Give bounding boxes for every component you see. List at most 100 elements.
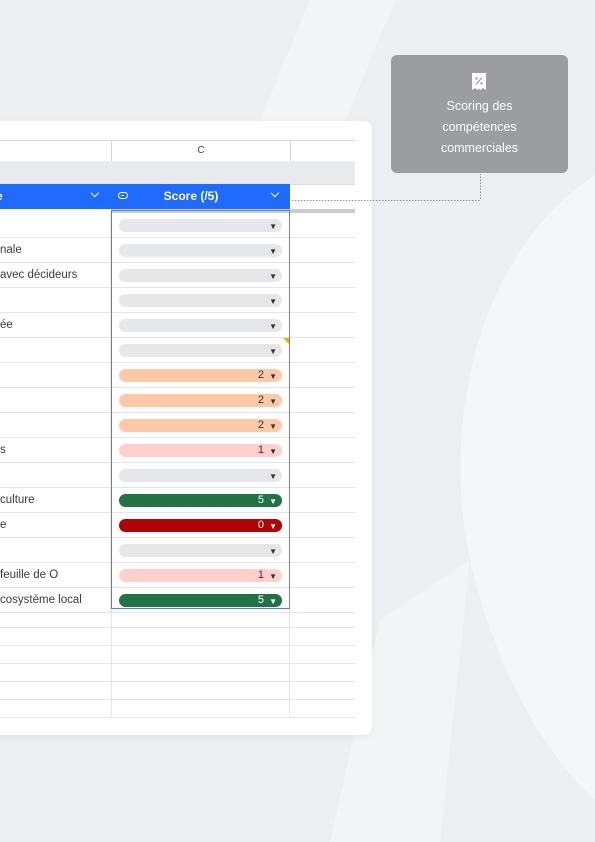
score-cell[interactable]: ▼ <box>111 288 290 312</box>
competence-label: avec décideurs <box>0 269 78 281</box>
dropdown-arrow-icon[interactable]: ▼ <box>269 320 277 333</box>
competence-column-header[interactable]: e ⌵ <box>0 184 111 209</box>
dropdown-arrow-icon[interactable]: ▼ <box>269 595 277 608</box>
dropdown-arrow-icon[interactable]: ▼ <box>269 520 277 533</box>
column-header-c[interactable]: C <box>111 141 291 161</box>
empty-row <box>0 682 355 700</box>
competence-cell[interactable]: nale <box>0 238 111 262</box>
competence-cell[interactable] <box>0 363 111 387</box>
group-band <box>0 161 355 185</box>
score-dropdown-chip[interactable]: 5 ▼ <box>119 494 282 507</box>
score-dropdown-chip[interactable]: ▼ <box>119 469 282 482</box>
score-cell[interactable]: ▼ <box>111 463 290 487</box>
competence-cell[interactable] <box>0 213 111 237</box>
column-header-row: C <box>0 140 355 162</box>
score-cell[interactable]: 1 ▼ <box>111 563 290 587</box>
competence-cell[interactable]: avec décideurs <box>0 263 111 287</box>
dropdown-arrow-icon[interactable]: ▼ <box>269 370 277 383</box>
score-dropdown-chip[interactable]: 5 ▼ <box>119 594 282 607</box>
score-cell[interactable]: 1 ▼ <box>111 438 290 462</box>
competence-cell[interactable] <box>0 463 111 487</box>
score-cell[interactable]: 5 ▼ <box>111 588 290 612</box>
dropdown-arrow-icon[interactable]: ▼ <box>269 570 277 583</box>
score-value: 0 <box>257 519 264 531</box>
dropdown-arrow-icon[interactable]: ▼ <box>269 270 277 283</box>
dropdown-arrow-icon[interactable]: ▼ <box>269 445 277 458</box>
score-cell[interactable]: ▼ <box>111 263 290 287</box>
competence-cell[interactable]: feuille de O <box>0 563 111 587</box>
competence-cell[interactable] <box>0 413 111 437</box>
dropdown-chip-icon <box>118 192 128 199</box>
table-row: ▼ <box>0 213 355 238</box>
percent-receipt-icon <box>472 73 486 90</box>
dropdown-arrow-icon[interactable]: ▼ <box>269 470 277 483</box>
score-cell[interactable]: ▼ <box>111 338 290 362</box>
score-dropdown-chip[interactable]: 1 ▼ <box>119 569 282 582</box>
competence-cell[interactable] <box>0 538 111 562</box>
competence-label: ée <box>0 319 13 331</box>
competence-cell[interactable]: cosystème local <box>0 588 111 612</box>
dropdown-arrow-icon[interactable]: ▼ <box>269 420 277 433</box>
competence-label: feuille de O <box>0 569 59 581</box>
score-cell[interactable]: 2 ▼ <box>111 363 290 387</box>
spreadsheet-card: C e ⌵ Score (/5) ⌵ ▼ nale ▼ avec décideurs ▼… <box>0 121 372 735</box>
chevron-down-icon[interactable]: ⌵ <box>91 188 99 201</box>
empty-rows <box>0 610 355 718</box>
score-dropdown-chip[interactable]: ▼ <box>119 544 282 557</box>
dropdown-arrow-icon[interactable]: ▼ <box>269 245 277 258</box>
table-row: s 1 ▼ <box>0 438 355 463</box>
empty-cell[interactable] <box>111 646 290 663</box>
score-value: 1 <box>257 569 264 581</box>
table-row: ▼ <box>0 538 355 563</box>
score-dropdown-chip[interactable]: 1 ▼ <box>119 444 282 457</box>
score-cell[interactable]: 2 ▼ <box>111 413 290 437</box>
competence-cell[interactable]: culture <box>0 488 111 512</box>
empty-cell[interactable] <box>111 610 290 627</box>
score-header-label: Score (/5) <box>163 189 219 203</box>
score-cell[interactable]: 0 ▼ <box>111 513 290 537</box>
dropdown-arrow-icon[interactable]: ▼ <box>269 220 277 233</box>
competence-cell[interactable] <box>0 338 111 362</box>
empty-row <box>0 610 355 628</box>
score-dropdown-chip[interactable]: 2 ▼ <box>119 394 282 407</box>
score-value: 2 <box>257 394 264 406</box>
dropdown-arrow-icon[interactable]: ▼ <box>269 545 277 558</box>
score-cell[interactable]: ▼ <box>111 213 290 237</box>
comment-marker-icon[interactable] <box>283 338 289 344</box>
dropdown-arrow-icon[interactable]: ▼ <box>269 495 277 508</box>
chevron-down-icon[interactable]: ⌵ <box>271 188 279 201</box>
empty-row <box>0 646 355 664</box>
competence-cell[interactable]: s <box>0 438 111 462</box>
spreadsheet: C e ⌵ Score (/5) ⌵ ▼ nale ▼ avec décideurs ▼… <box>0 121 355 735</box>
score-dropdown-chip[interactable]: 2 ▼ <box>119 419 282 432</box>
score-value: 2 <box>257 419 264 431</box>
score-cell[interactable]: ▼ <box>111 313 290 337</box>
competence-cell[interactable]: ée <box>0 313 111 337</box>
score-dropdown-chip[interactable]: ▼ <box>119 269 282 282</box>
score-cell[interactable]: 2 ▼ <box>111 388 290 412</box>
competence-label: cosystème local <box>0 594 82 606</box>
score-dropdown-chip[interactable]: 0 ▼ <box>119 519 282 532</box>
dropdown-arrow-icon[interactable]: ▼ <box>269 345 277 358</box>
score-cell[interactable]: 5 ▼ <box>111 488 290 512</box>
empty-cell[interactable] <box>111 682 290 699</box>
competence-cell[interactable]: e <box>0 513 111 537</box>
dropdown-arrow-icon[interactable]: ▼ <box>269 395 277 408</box>
empty-cell[interactable] <box>111 664 290 681</box>
competence-label: e <box>0 519 7 531</box>
score-cell[interactable]: ▼ <box>111 538 290 562</box>
score-dropdown-chip[interactable]: ▼ <box>119 244 282 257</box>
score-dropdown-chip[interactable]: ▼ <box>119 219 282 232</box>
score-dropdown-chip[interactable]: ▼ <box>119 344 282 357</box>
dropdown-arrow-icon[interactable]: ▼ <box>269 295 277 308</box>
empty-cell[interactable] <box>111 700 290 717</box>
competence-cell[interactable] <box>0 388 111 412</box>
score-dropdown-chip[interactable]: 2 ▼ <box>119 369 282 382</box>
competence-cell[interactable] <box>0 288 111 312</box>
empty-row <box>0 700 355 718</box>
score-dropdown-chip[interactable]: ▼ <box>119 319 282 332</box>
score-dropdown-chip[interactable]: ▼ <box>119 294 282 307</box>
score-cell[interactable]: ▼ <box>111 238 290 262</box>
score-column-header[interactable]: Score (/5) ⌵ <box>111 184 290 209</box>
empty-cell[interactable] <box>111 628 290 645</box>
